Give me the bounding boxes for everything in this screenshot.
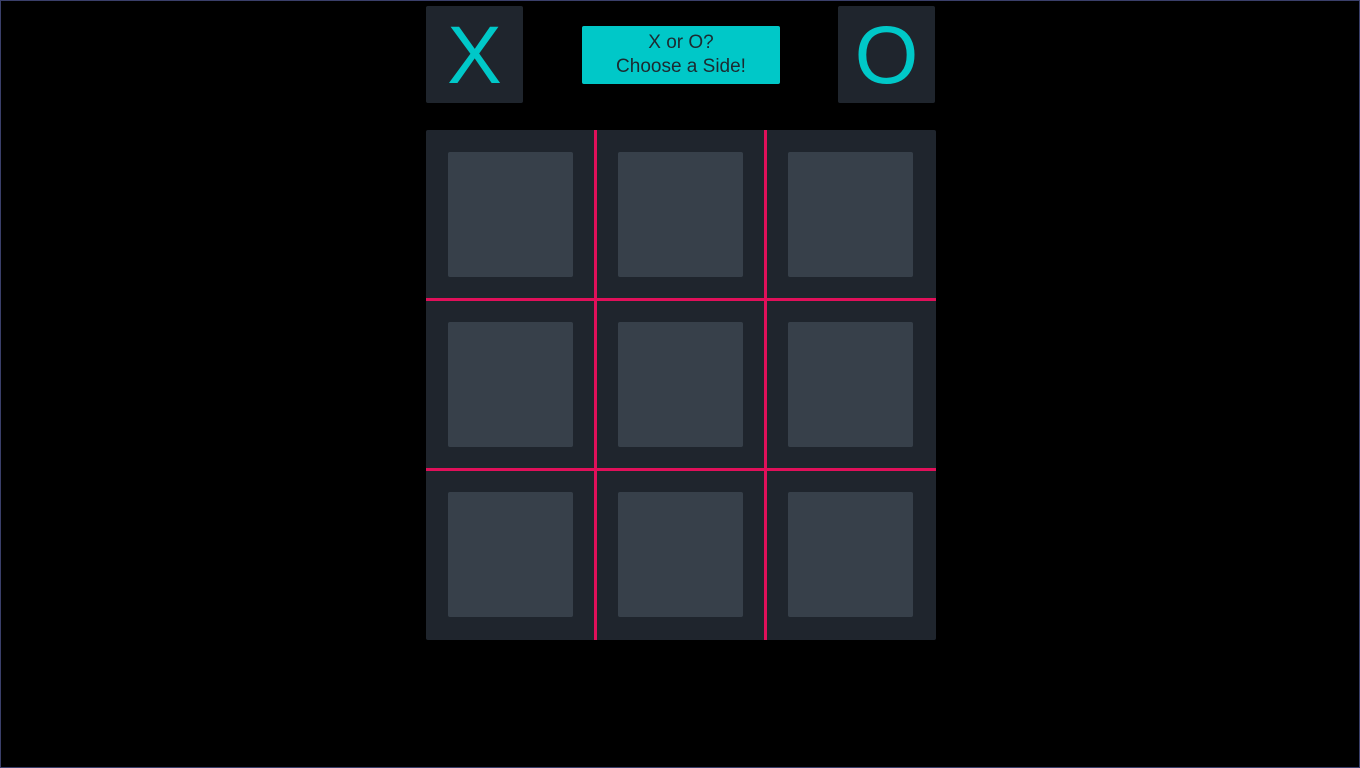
cell-tile [788, 152, 913, 277]
choose-x-button[interactable]: X [426, 6, 523, 103]
board-cell-3[interactable] [766, 130, 936, 300]
grid-line-vertical-1 [594, 130, 597, 640]
choose-side-prompt: X or O? Choose a Side! [582, 26, 780, 84]
board-cell-9[interactable] [766, 470, 936, 640]
choose-x-label: X [447, 9, 502, 101]
prompt-line-1: X or O? [648, 32, 714, 53]
cell-tile [788, 322, 913, 447]
board-cell-5[interactable] [596, 300, 766, 470]
choose-o-label: O [854, 9, 919, 101]
board-cell-7[interactable] [426, 470, 596, 640]
cell-tile [448, 322, 573, 447]
board-cell-8[interactable] [596, 470, 766, 640]
board-cell-4[interactable] [426, 300, 596, 470]
cell-tile [618, 322, 743, 447]
prompt-line-2: Choose a Side! [616, 56, 746, 77]
board-cell-6[interactable] [766, 300, 936, 470]
cell-tile [448, 492, 573, 617]
board-cell-2[interactable] [596, 130, 766, 300]
grid-line-vertical-2 [764, 130, 767, 640]
cell-tile [448, 152, 573, 277]
cell-tile [618, 152, 743, 277]
grid-line-horizontal-1 [426, 298, 936, 301]
game-board [426, 130, 936, 640]
board-cell-1[interactable] [426, 130, 596, 300]
grid-line-horizontal-2 [426, 468, 936, 471]
game-window: X X or O? Choose a Side! O [0, 0, 1360, 768]
cell-tile [788, 492, 913, 617]
cell-tile [618, 492, 743, 617]
choose-o-button[interactable]: O [838, 6, 935, 103]
